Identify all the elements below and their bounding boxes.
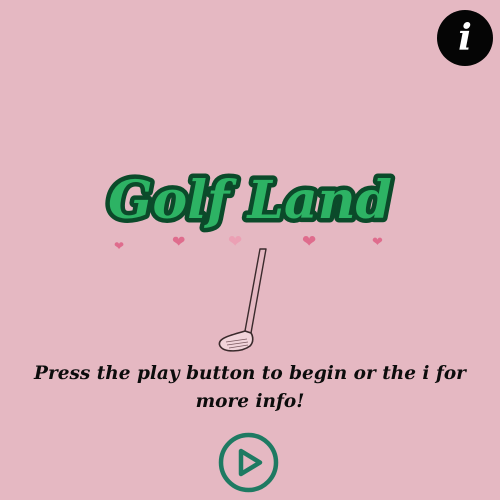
info-icon: i bbox=[458, 17, 472, 59]
info-button[interactable]: i bbox=[437, 10, 493, 66]
heart-icon: ❤ bbox=[372, 235, 383, 250]
heart-icon: ❤ bbox=[114, 239, 125, 253]
heart-icon: ❤ bbox=[302, 232, 317, 252]
play-icon bbox=[238, 448, 263, 477]
play-ring bbox=[218, 432, 279, 493]
heart-icon: ❤ bbox=[172, 232, 186, 251]
golf-club-icon bbox=[214, 245, 274, 357]
title-text: Golf Land bbox=[108, 170, 392, 231]
play-button[interactable] bbox=[218, 432, 279, 493]
instruction-text: Press the play button to begin or the i … bbox=[34, 363, 466, 412]
